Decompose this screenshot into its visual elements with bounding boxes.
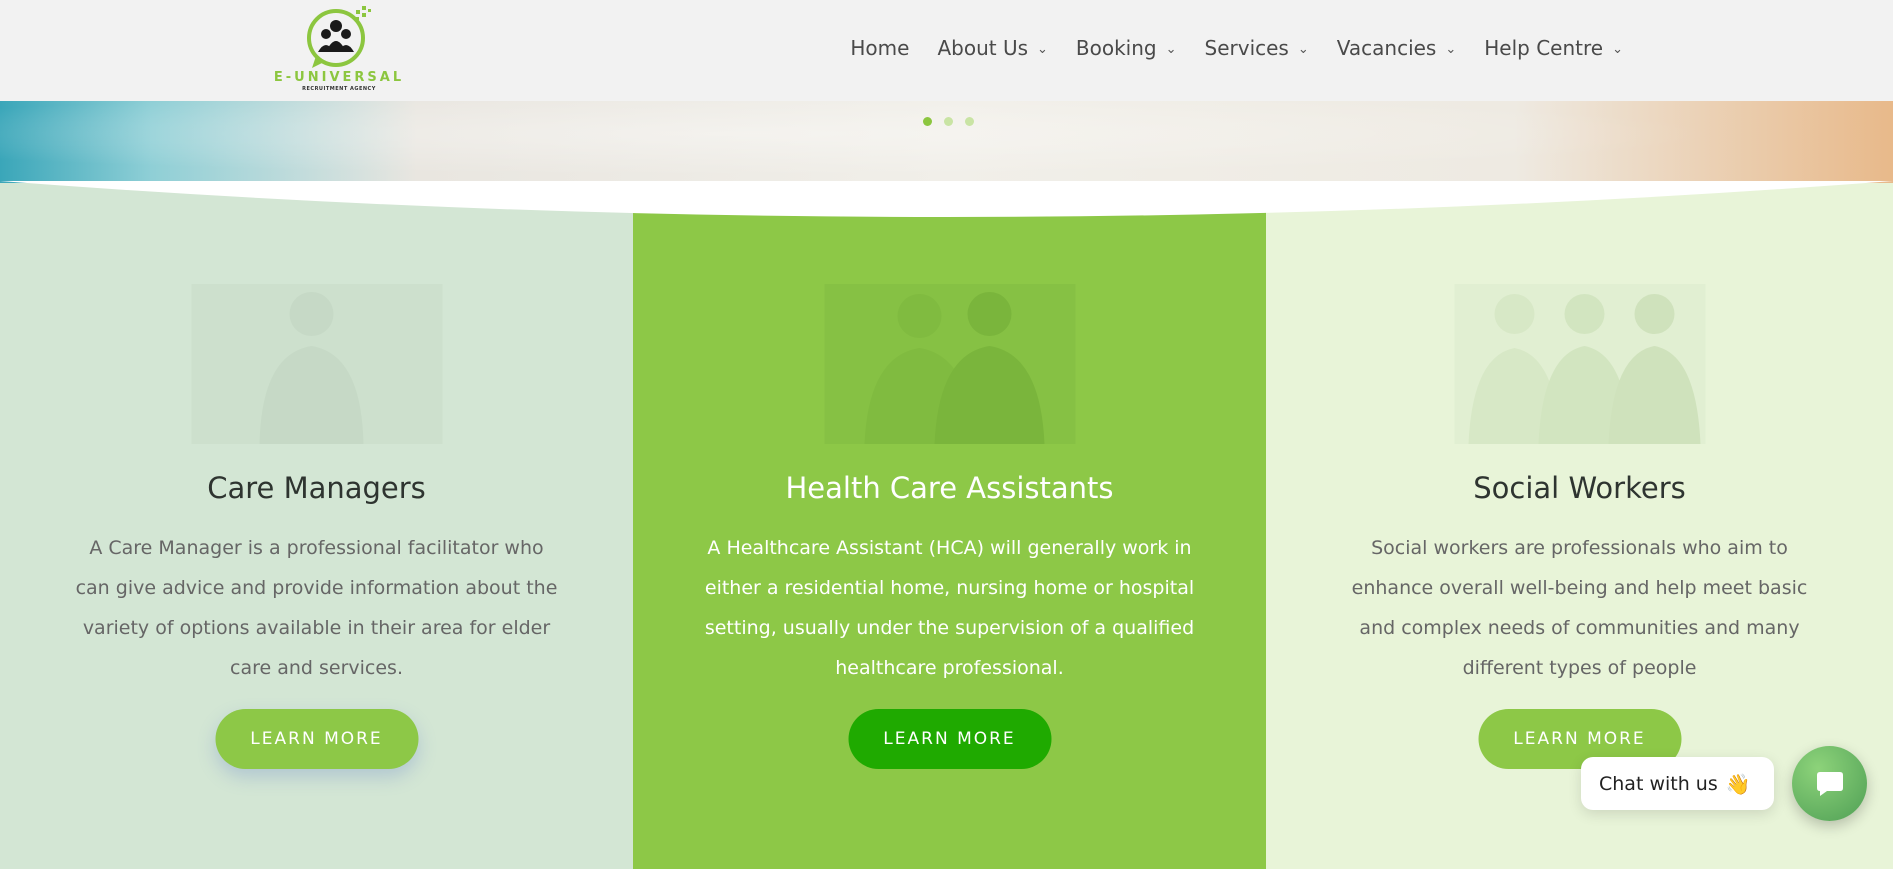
nav-vacancies[interactable]: Vacancies ⌄ xyxy=(1337,36,1457,60)
logo-people-icon xyxy=(307,6,371,68)
care-manager-image xyxy=(191,284,442,444)
learn-more-button[interactable]: LEARN MORE xyxy=(215,709,418,769)
chevron-down-icon: ⌄ xyxy=(1037,41,1048,57)
site-logo[interactable]: E-UNIVERSAL RECRUITMENT AGENCY xyxy=(272,4,406,94)
social-worker-image xyxy=(1454,284,1705,444)
chat-launcher-button[interactable] xyxy=(1792,746,1867,821)
nav-about-us[interactable]: About Us ⌄ xyxy=(937,36,1047,60)
nav-services[interactable]: Services ⌄ xyxy=(1205,36,1309,60)
nav-services-label: Services xyxy=(1204,36,1289,60)
chevron-down-icon: ⌄ xyxy=(1445,41,1457,57)
wave-icon: 👋 xyxy=(1725,771,1751,796)
logo-tagline: RECRUITMENT AGENCY xyxy=(302,86,376,92)
hero-banner xyxy=(0,101,1893,183)
learn-more-button[interactable]: LEARN MORE xyxy=(848,709,1051,769)
nav-help-centre[interactable]: Help Centre ⌄ xyxy=(1484,36,1623,60)
slider-dot-1[interactable] xyxy=(923,117,932,126)
nav-home[interactable]: Home xyxy=(850,36,909,60)
nav-about-us-label: About Us xyxy=(937,36,1028,60)
slider-dot-2[interactable] xyxy=(944,117,953,126)
chat-label: Chat with us xyxy=(1599,772,1718,795)
nav-booking[interactable]: Booking ⌄ xyxy=(1076,36,1177,60)
slider-dots xyxy=(923,117,974,126)
panel-description: Social workers are professionals who aim… xyxy=(1351,537,1808,679)
panel-title: Care Managers xyxy=(207,471,426,505)
chat-icon xyxy=(1816,771,1843,796)
chevron-down-icon: ⌄ xyxy=(1297,41,1309,57)
chevron-down-icon: ⌄ xyxy=(1165,41,1177,57)
logo-brand-text: E-UNIVERSAL xyxy=(273,70,405,85)
panel-title: Social Workers xyxy=(1473,471,1686,505)
panel-care-managers: Care Managers A Care Manager is a profes… xyxy=(0,183,633,869)
main-nav: Home About Us ⌄ Booking ⌄ Services ⌄ Vac… xyxy=(822,36,1623,60)
panel-description: A Healthcare Assistant (HCA) will genera… xyxy=(704,537,1195,679)
site-header: E-UNIVERSAL RECRUITMENT AGENCY Home Abou… xyxy=(0,0,1893,101)
nav-help-centre-label: Help Centre xyxy=(1484,36,1604,60)
panel-health-care-assistants: Health Care Assistants A Healthcare Assi… xyxy=(633,183,1266,869)
health-care-assistant-image xyxy=(824,284,1075,444)
curved-divider xyxy=(0,181,1893,217)
nav-booking-label: Booking xyxy=(1075,36,1157,60)
panel-description: A Care Manager is a professional facilit… xyxy=(75,537,558,679)
slider-dot-3[interactable] xyxy=(965,117,974,126)
nav-vacancies-label: Vacancies xyxy=(1336,36,1437,60)
chevron-down-icon: ⌄ xyxy=(1612,41,1623,57)
panel-title: Health Care Assistants xyxy=(785,471,1114,505)
chat-prompt[interactable]: Chat with us 👋 xyxy=(1581,757,1774,810)
nav-home-label: Home xyxy=(850,36,910,60)
